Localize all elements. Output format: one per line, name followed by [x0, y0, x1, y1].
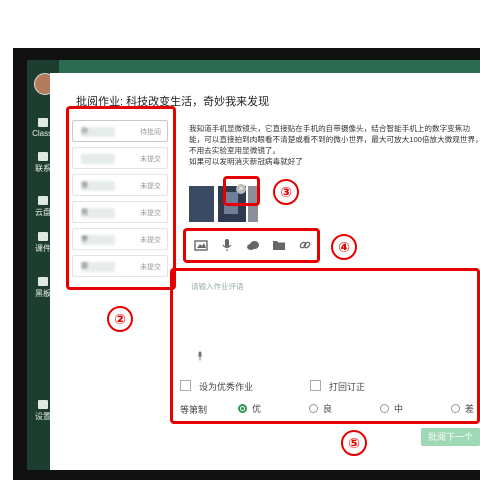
- homework-image[interactable]: [248, 186, 258, 222]
- return-label: 打回订正: [329, 382, 366, 392]
- rail-item-label: 云盘: [35, 208, 51, 217]
- cloud-icon: [38, 196, 48, 205]
- return-checkbox[interactable]: 打回订正: [310, 380, 365, 393]
- checkbox-box[interactable]: [310, 380, 321, 391]
- grade-system-label: 等第制: [180, 405, 208, 415]
- comment-input[interactable]: 请输入作业评语: [185, 275, 480, 365]
- student-name: 李: [81, 235, 115, 245]
- student-list: 孙 待批阅 未提交 张 未提交 肖 未提交 李 未提交 郭 未提交: [72, 117, 170, 283]
- grade-option[interactable]: 差: [451, 402, 474, 415]
- student-status: 未提交: [140, 210, 161, 217]
- student-status: 未提交: [140, 237, 161, 244]
- student-name: 孙: [81, 127, 115, 137]
- homework-image[interactable]: [189, 186, 214, 222]
- student-name: 郭: [81, 262, 115, 272]
- annotation-badge: ③: [273, 179, 299, 205]
- settings-icon: [38, 400, 48, 409]
- grade-option-label: 良: [323, 404, 333, 414]
- student-status: 待批阅: [140, 129, 161, 136]
- cloud-icon[interactable]: [246, 238, 260, 252]
- student-status: 未提交: [140, 156, 161, 163]
- grade-option[interactable]: 中: [380, 402, 403, 415]
- microphone-icon[interactable]: [196, 351, 204, 361]
- radio-unselected[interactable]: [309, 404, 318, 413]
- homework-text: 我知道手机显微镜头，它直接贴在手机的自带摄像头，结合智能手机上的数字变焦功能，可…: [189, 124, 480, 166]
- radio-selected[interactable]: [238, 404, 247, 413]
- grade-option[interactable]: 优: [238, 402, 261, 415]
- student-item[interactable]: 郭 未提交: [72, 255, 168, 277]
- close-icon[interactable]: ×: [236, 184, 246, 194]
- excellent-checkbox[interactable]: 设为优秀作业: [180, 380, 253, 393]
- student-item[interactable]: 肖 未提交: [72, 201, 168, 223]
- rail-item-label: 设置: [35, 412, 51, 421]
- student-item[interactable]: 孙 待批阅: [72, 120, 168, 142]
- rail-item-label: 联系: [35, 164, 51, 173]
- dialog-title: 批阅作业: 科技改变生活，奇妙我来发现: [76, 96, 270, 108]
- annotation-badge: ⑤: [341, 430, 367, 456]
- grade-option[interactable]: 良: [309, 402, 332, 415]
- next-button[interactable]: 批阅下一个: [421, 428, 480, 446]
- excellent-label: 设为优秀作业: [199, 382, 254, 392]
- student-status: 未提交: [140, 183, 161, 190]
- image-icon[interactable]: [194, 238, 208, 252]
- student-name: 张: [81, 181, 115, 191]
- link-icon[interactable]: [298, 238, 312, 252]
- home-icon: [38, 118, 48, 127]
- contacts-icon: [38, 152, 48, 161]
- radio-unselected[interactable]: [380, 404, 389, 413]
- attachment-toolbar: [190, 236, 315, 256]
- homework-image-detail: [224, 192, 238, 214]
- rail-item-label: 黑板: [35, 289, 51, 298]
- grade-option-label: 优: [252, 404, 262, 414]
- annotation-badge: ②: [107, 306, 133, 332]
- comment-placeholder: 请输入作业评语: [191, 282, 244, 291]
- student-item[interactable]: 李 未提交: [72, 228, 168, 250]
- student-item[interactable]: 张 未提交: [72, 174, 168, 196]
- student-status: 未提交: [140, 264, 161, 271]
- grade-option-label: 中: [394, 404, 404, 414]
- folder-icon[interactable]: [272, 238, 286, 252]
- courseware-icon: [38, 232, 48, 241]
- blackboard-icon: [38, 277, 48, 286]
- checkbox-box[interactable]: [180, 380, 191, 391]
- student-name: 肖: [81, 208, 115, 218]
- radio-unselected[interactable]: [451, 404, 460, 413]
- student-item[interactable]: 未提交: [72, 147, 168, 169]
- rail-item-label: 课件: [35, 244, 51, 253]
- grade-option-label: 差: [465, 404, 475, 414]
- student-name: [81, 154, 115, 164]
- annotation-badge: ④: [331, 234, 357, 260]
- microphone-icon[interactable]: [220, 238, 234, 252]
